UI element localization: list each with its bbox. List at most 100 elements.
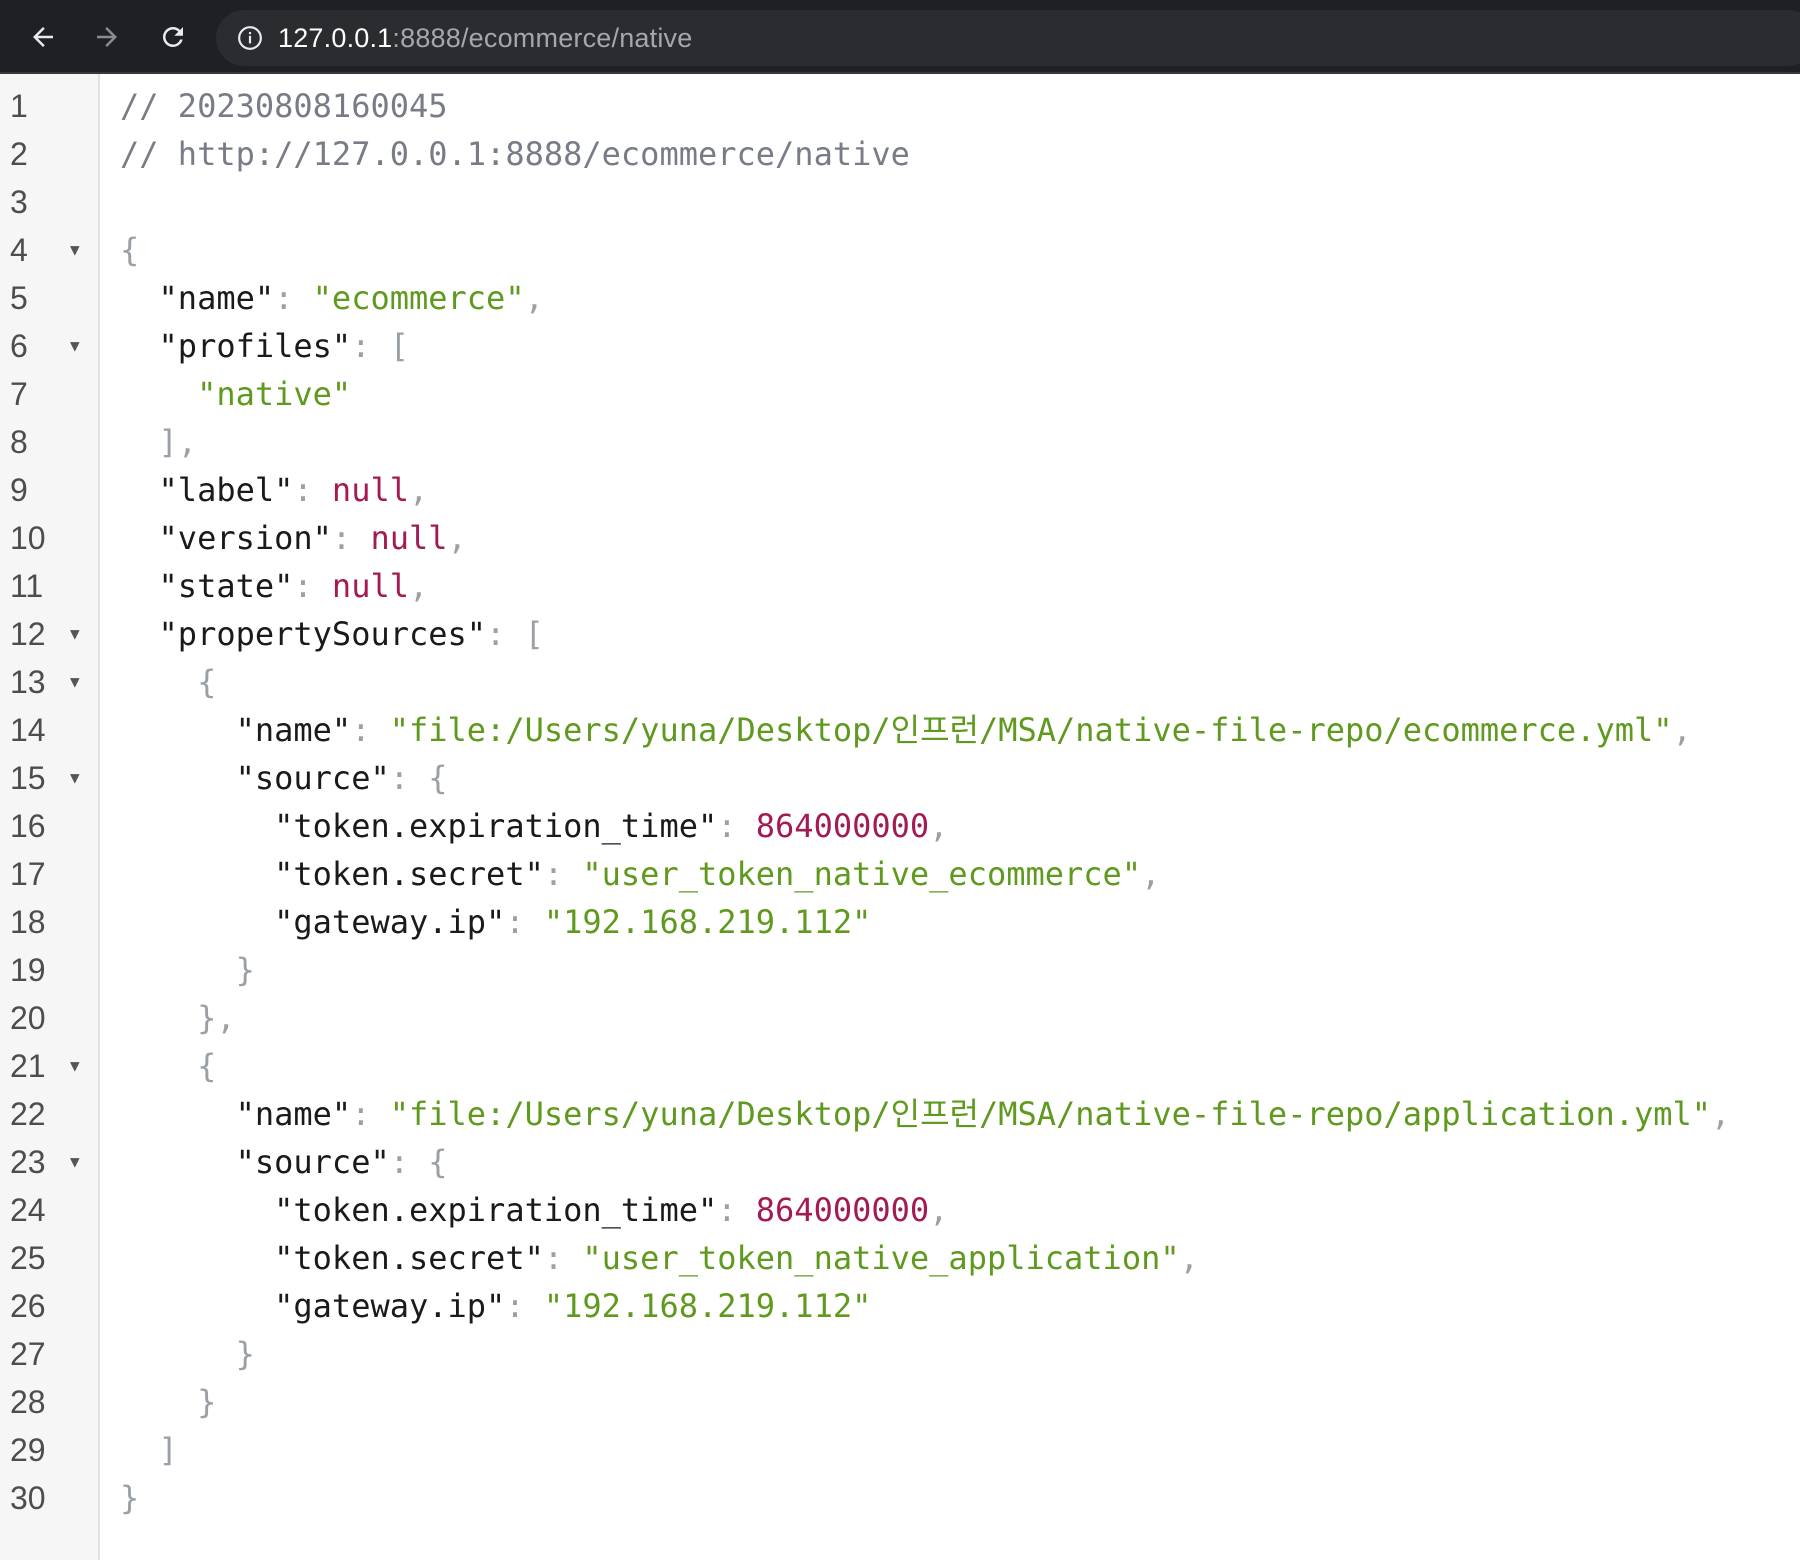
line-number: 7 <box>10 376 28 412</box>
punctuation: { <box>120 1047 217 1085</box>
punctuation: , <box>447 519 467 557</box>
address-bar[interactable]: 127.0.0.1:8888/ecommerce/native <box>216 10 1800 66</box>
line-content: "gateway.ip": "192.168.219.112" <box>120 1282 871 1330</box>
line-number: 20 <box>10 1000 46 1036</box>
reload-button[interactable] <box>150 14 196 60</box>
code-line: 28 } <box>0 1378 1800 1426</box>
string-value: "192.168.219.112" <box>543 1287 872 1325</box>
line-number: 23 <box>10 1144 46 1180</box>
json-key: "label" <box>120 471 294 509</box>
string-value: "user_token_native_application" <box>582 1239 1180 1277</box>
code-line: 17 "token.secret": "user_token_native_ec… <box>0 850 1800 898</box>
fold-toggle-icon[interactable]: ▼ <box>70 754 80 802</box>
punctuation: , <box>929 807 949 845</box>
line-content: } <box>120 1330 255 1378</box>
line-content: } <box>120 946 255 994</box>
code-line: 16 "token.expiration_time": 864000000, <box>0 802 1800 850</box>
line-number: 14 <box>10 712 46 748</box>
line-content: { <box>120 658 216 706</box>
line-number: 11 <box>10 568 44 604</box>
punctuation: : [ <box>486 615 544 653</box>
json-key: "source" <box>120 1143 390 1181</box>
fold-toggle-icon[interactable]: ▼ <box>70 226 80 274</box>
line-number: 4 <box>10 232 28 268</box>
line-number: 25 <box>10 1240 46 1276</box>
punctuation: : <box>293 567 332 605</box>
null-value: null <box>331 567 409 605</box>
line-number: 19 <box>10 952 46 988</box>
back-arrow-icon <box>33 27 53 47</box>
code-line: 10 "version": null, <box>0 514 1800 562</box>
line-number: 2 <box>10 136 28 172</box>
json-key: "gateway.ip" <box>120 903 506 941</box>
json-key: "propertySources" <box>120 615 487 653</box>
string-value: "ecommerce" <box>312 279 525 317</box>
line-number: 12 <box>10 616 46 652</box>
line-number: 28 <box>10 1384 46 1420</box>
line-content: "source": { <box>120 1138 448 1186</box>
code-line: 1 // 20230808160045 <box>0 82 1800 130</box>
line-content: "version": null, <box>120 514 467 562</box>
forward-button[interactable] <box>84 14 130 60</box>
line-content: "profiles": [ <box>120 322 409 370</box>
line-content: "native" <box>120 370 351 418</box>
code-line: 29 ] <box>0 1426 1800 1474</box>
punctuation: { <box>120 231 140 269</box>
line-content: } <box>120 1474 139 1522</box>
punctuation: , <box>1672 711 1692 749</box>
line-number: 29 <box>10 1432 46 1468</box>
info-icon[interactable] <box>236 24 264 52</box>
punctuation: : <box>717 1191 756 1229</box>
punctuation: } <box>120 1479 140 1517</box>
code-line: 18 "gateway.ip": "192.168.219.112" <box>0 898 1800 946</box>
comment-token: // 20230808160045 <box>120 87 448 125</box>
punctuation: : <box>351 1095 390 1133</box>
code-line: 14 "name": "file:/Users/yuna/Desktop/인프런… <box>0 706 1800 754</box>
fold-toggle-icon[interactable]: ▼ <box>70 658 80 706</box>
line-content: ], <box>120 418 198 466</box>
null-value: null <box>370 519 448 557</box>
fold-toggle-icon[interactable]: ▼ <box>70 1042 80 1090</box>
code-line: 7 "native" <box>0 370 1800 418</box>
code-line: 22 "name": "file:/Users/yuna/Desktop/인프런… <box>0 1090 1800 1138</box>
line-content: "token.expiration_time": 864000000, <box>120 802 948 850</box>
code-line: 13 ▼ { <box>0 658 1800 706</box>
line-number: 18 <box>10 904 46 940</box>
reload-icon <box>162 26 183 47</box>
string-value: "user_token_native_ecommerce" <box>582 855 1142 893</box>
back-button[interactable] <box>20 14 66 60</box>
line-content: ] <box>120 1426 178 1474</box>
code-line: 24 "token.expiration_time": 864000000, <box>0 1186 1800 1234</box>
fold-toggle-icon[interactable]: ▼ <box>70 610 80 658</box>
punctuation: , <box>929 1191 949 1229</box>
punctuation: , <box>408 471 429 509</box>
line-number: 5 <box>10 280 28 316</box>
punctuation: : <box>505 903 544 941</box>
code-line: 5 "name": "ecommerce", <box>0 274 1800 322</box>
fold-toggle-icon[interactable]: ▼ <box>70 322 80 370</box>
line-number: 26 <box>10 1288 46 1324</box>
url-host: 127.0.0.1 <box>278 22 393 53</box>
line-content: "token.secret": "user_token_native_ecomm… <box>120 850 1160 898</box>
punctuation: , <box>524 279 544 317</box>
json-key: "profiles" <box>120 327 352 365</box>
fold-toggle-icon[interactable]: ▼ <box>70 1138 80 1186</box>
line-number: 21 <box>10 1048 46 1084</box>
punctuation: : <box>543 855 583 893</box>
punctuation: : [ <box>351 327 409 365</box>
line-number: 10 <box>10 520 46 556</box>
json-key: "name" <box>120 1095 352 1133</box>
punctuation: : { <box>389 759 448 797</box>
punctuation: : <box>543 1239 583 1277</box>
json-viewer: 1 // 20230808160045 2 // http://127.0.0.1:8… <box>0 74 1800 1560</box>
json-key: "gateway.ip" <box>120 1287 506 1325</box>
json-key: "token.expiration_time" <box>120 1191 718 1229</box>
number-value: 864000000 <box>755 1191 930 1229</box>
browser-toolbar: 127.0.0.1:8888/ecommerce/native <box>0 0 1800 74</box>
code-line: 15 ▼ "source": { <box>0 754 1800 802</box>
line-number: 8 <box>10 424 28 460</box>
line-content: "name": "file:/Users/yuna/Desktop/인프런/MS… <box>120 706 1692 754</box>
code-line: 25 "token.secret": "user_token_native_ap… <box>0 1234 1800 1282</box>
line-content: "gateway.ip": "192.168.219.112" <box>120 898 871 946</box>
punctuation: : <box>274 279 313 317</box>
